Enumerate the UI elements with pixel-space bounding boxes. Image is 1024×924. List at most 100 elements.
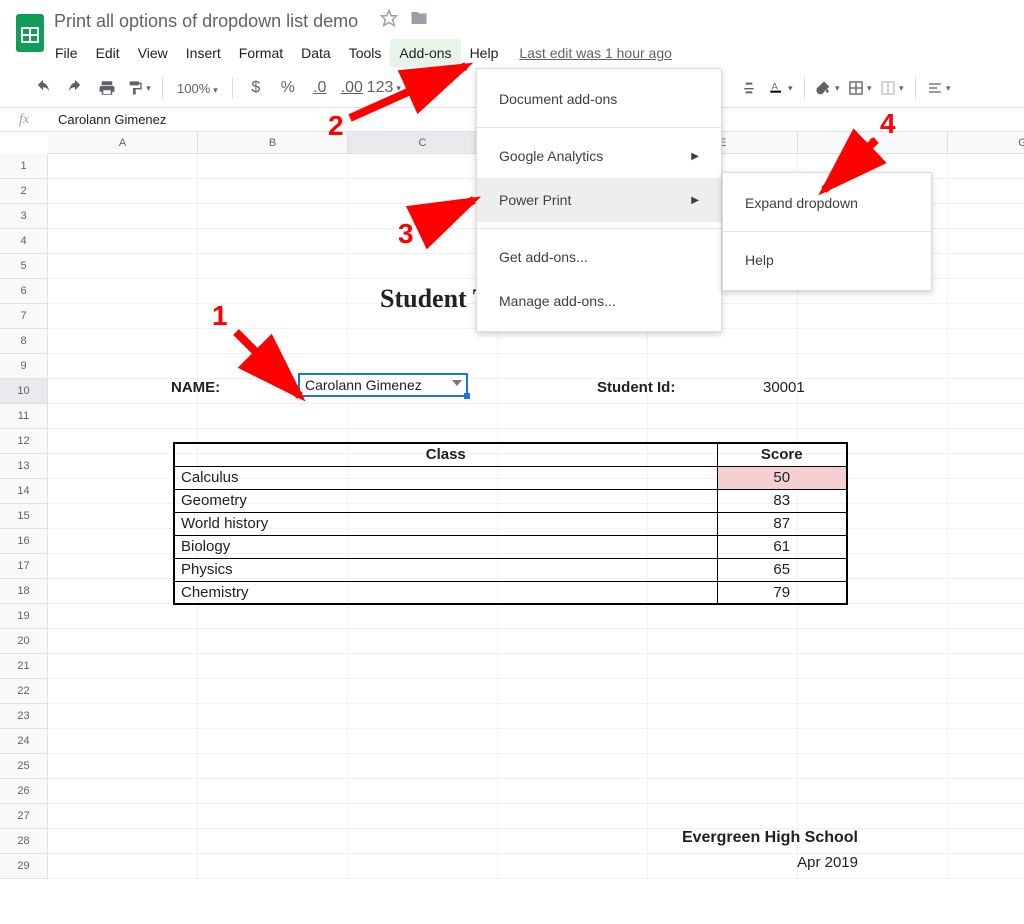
- table-cell-score: 65: [717, 558, 847, 581]
- row-header[interactable]: 13: [0, 454, 47, 479]
- menu-edit[interactable]: Edit: [87, 39, 129, 67]
- menu-view[interactable]: View: [129, 39, 177, 67]
- row-header[interactable]: 6: [0, 279, 47, 304]
- menu-bar: File Edit View Insert Format Data Tools …: [46, 39, 1014, 67]
- label: Manage add-ons...: [499, 293, 616, 309]
- row-header[interactable]: 7: [0, 304, 47, 329]
- row-header[interactable]: 16: [0, 529, 47, 554]
- caret-right-icon: ▶: [691, 151, 699, 162]
- table-cell-class: Chemistry: [174, 581, 717, 604]
- sheets-logo-icon[interactable]: [10, 6, 50, 60]
- row-header[interactable]: 12: [0, 429, 47, 454]
- name-label: NAME:: [171, 379, 220, 396]
- cell-fill-handle[interactable]: [464, 393, 470, 399]
- horizontal-align-button[interactable]: [926, 75, 952, 101]
- addons-item-google-analytics[interactable]: Google Analytics▶: [477, 134, 721, 178]
- table-row: Chemistry79: [174, 581, 847, 604]
- row-header[interactable]: 21: [0, 654, 47, 679]
- label: Help: [745, 252, 774, 268]
- strikethrough-button[interactable]: [736, 75, 762, 101]
- caret-right-icon: ▶: [691, 195, 699, 206]
- column-header[interactable]: G: [948, 132, 1024, 153]
- table-cell-class: Physics: [174, 558, 717, 581]
- row-headers[interactable]: 1234567891011121314151617181920212223242…: [0, 154, 48, 879]
- row-header[interactable]: 15: [0, 504, 47, 529]
- column-header[interactable]: B: [198, 132, 348, 153]
- row-header[interactable]: 25: [0, 754, 47, 779]
- addons-item-power-print[interactable]: Power Print▶: [477, 178, 721, 222]
- menu-format[interactable]: Format: [230, 39, 292, 67]
- footer-date: Apr 2019: [608, 854, 858, 871]
- redo-button[interactable]: [62, 75, 88, 101]
- undo-button[interactable]: [30, 75, 56, 101]
- submenu-item-expand-dropdown[interactable]: Expand dropdown: [723, 181, 931, 225]
- table-row: Biology61: [174, 535, 847, 558]
- table-cell-score: 79: [717, 581, 847, 604]
- column-header[interactable]: A: [48, 132, 198, 153]
- row-header[interactable]: 29: [0, 854, 47, 879]
- annotation-number-4: 4: [880, 108, 896, 140]
- svg-text:A: A: [772, 81, 779, 91]
- text-color-button[interactable]: A: [768, 75, 794, 101]
- table-row: Calculus50: [174, 466, 847, 489]
- row-header[interactable]: 24: [0, 729, 47, 754]
- menu-addons[interactable]: Add-ons: [390, 39, 460, 67]
- currency-format-button[interactable]: $: [243, 75, 269, 101]
- row-header[interactable]: 14: [0, 479, 47, 504]
- row-header[interactable]: 19: [0, 604, 47, 629]
- row-header[interactable]: 22: [0, 679, 47, 704]
- annotation-number-2: 2: [328, 110, 344, 142]
- row-header[interactable]: 28: [0, 829, 47, 854]
- fill-color-button[interactable]: [815, 75, 841, 101]
- percent-format-button[interactable]: %: [275, 75, 301, 101]
- row-header[interactable]: 1: [0, 154, 47, 179]
- label: Get add-ons...: [499, 249, 588, 265]
- menu-file[interactable]: File: [46, 39, 87, 67]
- table-cell-class: World history: [174, 512, 717, 535]
- row-header[interactable]: 17: [0, 554, 47, 579]
- table-cell-score: 61: [717, 535, 847, 558]
- submenu-item-help[interactable]: Help: [723, 238, 931, 282]
- row-header[interactable]: 20: [0, 629, 47, 654]
- row-header[interactable]: 27: [0, 804, 47, 829]
- more-formats-button[interactable]: 123: [371, 75, 397, 101]
- row-header[interactable]: 5: [0, 254, 47, 279]
- increase-decimal-button[interactable]: .00: [339, 75, 365, 101]
- menu-tools[interactable]: Tools: [340, 39, 391, 67]
- row-header[interactable]: 11: [0, 404, 47, 429]
- row-header[interactable]: 18: [0, 579, 47, 604]
- borders-button[interactable]: [847, 75, 873, 101]
- addons-item-document-addons[interactable]: Document add-ons: [477, 77, 721, 121]
- menu-insert[interactable]: Insert: [177, 39, 230, 67]
- zoom-select[interactable]: 100%: [173, 81, 222, 96]
- decrease-decimal-button[interactable]: .0: [307, 75, 333, 101]
- document-title[interactable]: Print all options of dropdown list demo: [50, 8, 362, 35]
- star-icon[interactable]: [380, 9, 398, 30]
- column-header[interactable]: F: [798, 132, 948, 153]
- menu-help[interactable]: Help: [461, 39, 508, 67]
- row-header[interactable]: 26: [0, 779, 47, 804]
- formula-input[interactable]: Carolann Gimenez: [48, 112, 166, 127]
- addons-item-manage-addons[interactable]: Manage add-ons...: [477, 279, 721, 323]
- paint-format-button[interactable]: [126, 75, 152, 101]
- name-dropdown-cell[interactable]: Carolann Gimenez: [298, 373, 468, 397]
- addons-item-get-addons[interactable]: Get add-ons...: [477, 235, 721, 279]
- menu-data[interactable]: Data: [292, 39, 340, 67]
- row-header[interactable]: 8: [0, 329, 47, 354]
- chevron-down-icon[interactable]: [452, 380, 462, 386]
- last-edit-link[interactable]: Last edit was 1 hour ago: [519, 45, 672, 61]
- folder-icon[interactable]: [410, 9, 428, 30]
- row-header[interactable]: 9: [0, 354, 47, 379]
- row-header[interactable]: 23: [0, 704, 47, 729]
- print-button[interactable]: [94, 75, 120, 101]
- fx-icon[interactable]: fx: [0, 112, 48, 128]
- table-header-class: Class: [174, 443, 717, 466]
- power-print-submenu: Expand dropdown Help: [722, 172, 932, 291]
- row-header[interactable]: 4: [0, 229, 47, 254]
- row-header[interactable]: 10: [0, 379, 47, 404]
- label: Document add-ons: [499, 91, 617, 107]
- row-header[interactable]: 3: [0, 204, 47, 229]
- row-header[interactable]: 2: [0, 179, 47, 204]
- table-cell-score: 83: [717, 489, 847, 512]
- merge-cells-button[interactable]: [879, 75, 905, 101]
